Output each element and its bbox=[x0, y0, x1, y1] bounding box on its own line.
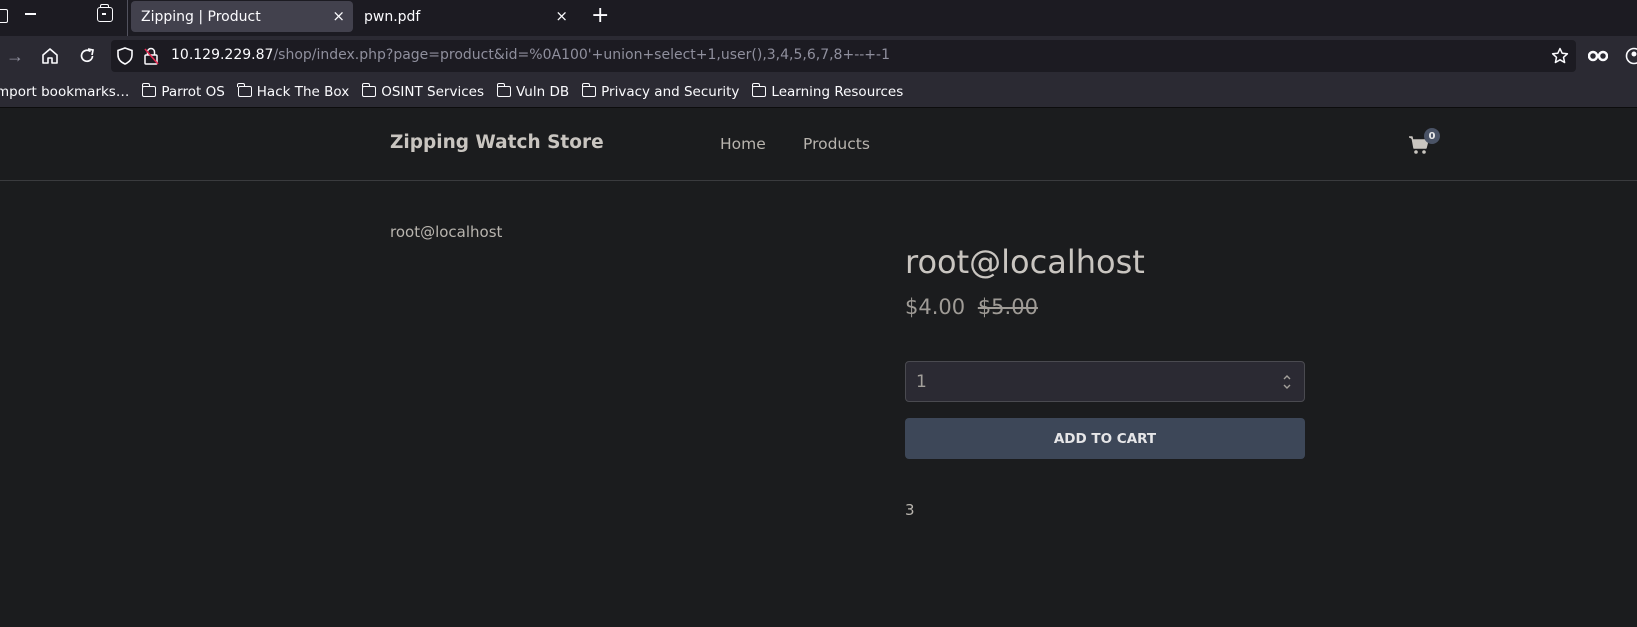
spinner-arrows-icon[interactable] bbox=[1282, 373, 1292, 391]
add-to-cart-button[interactable]: ADD TO CART bbox=[905, 418, 1305, 459]
site-header: Zipping Watch Store Home Products 0 bbox=[0, 108, 1637, 181]
tab-label: pwn.pdf bbox=[364, 8, 421, 25]
url-host: 10.129.229.87 bbox=[171, 47, 274, 63]
tab-zipping-product[interactable]: Zipping | Product × bbox=[131, 1, 353, 32]
folder-icon bbox=[581, 83, 597, 97]
bookmark-label: Parrot OS bbox=[161, 83, 225, 100]
insecure-lock-icon[interactable] bbox=[139, 44, 163, 68]
address-bar[interactable]: 10.129.229.87/shop/index.php?page=produc… bbox=[111, 40, 1576, 72]
product-title: root@localhost bbox=[905, 243, 1145, 281]
list-all-tabs-icon[interactable] bbox=[0, 9, 8, 23]
account-icon[interactable] bbox=[1622, 44, 1637, 68]
product-price: $4.00 bbox=[905, 295, 966, 319]
bookmark-label: OSINT Services bbox=[381, 83, 484, 100]
url-text[interactable]: 10.129.229.87/shop/index.php?page=produc… bbox=[171, 47, 890, 63]
bookmark-folder-vuln-db[interactable]: Vuln DB bbox=[496, 83, 570, 100]
bookmark-folder-osint-services[interactable]: OSINT Services bbox=[361, 83, 484, 100]
bookmark-label: mport bookmarks… bbox=[0, 83, 130, 100]
url-path: /shop/index.php?page=product&id=%0A100'+… bbox=[273, 47, 890, 63]
product-price-block: $4.00 $5.00 bbox=[905, 295, 1038, 319]
web-page: Zipping Watch Store Home Products 0 root… bbox=[0, 108, 1637, 627]
bookmarks-toolbar: mport bookmarks… Parrot OS Hack The Box … bbox=[0, 76, 1637, 108]
home-icon[interactable] bbox=[38, 44, 62, 68]
nav-home-link[interactable]: Home bbox=[720, 135, 766, 153]
site-brand-link[interactable]: Zipping Watch Store bbox=[390, 132, 604, 153]
folder-icon bbox=[361, 83, 377, 97]
tab-pwn-pdf[interactable]: pwn.pdf × bbox=[354, 1, 576, 32]
tab-label: Zipping | Product bbox=[141, 8, 261, 25]
bookmark-label: Privacy and Security bbox=[601, 83, 740, 100]
tab-separator bbox=[127, 0, 128, 36]
close-tab-icon[interactable]: × bbox=[555, 7, 568, 25]
product-description: 3 bbox=[905, 501, 915, 519]
forward-icon[interactable]: → bbox=[3, 44, 27, 68]
bookmark-folder-learning-resources[interactable]: Learning Resources bbox=[752, 83, 904, 100]
bookmark-label: Vuln DB bbox=[515, 83, 570, 100]
folder-icon bbox=[141, 83, 157, 97]
folder-icon bbox=[237, 83, 252, 97]
bookmark-import[interactable]: mport bookmarks… bbox=[0, 84, 129, 100]
firefox-view-icon[interactable] bbox=[97, 4, 113, 22]
product-old-price: $5.00 bbox=[977, 295, 1038, 319]
bookmark-folder-hack-the-box[interactable]: Hack The Box bbox=[237, 83, 350, 100]
bookmark-folder-privacy-and-security[interactable]: Privacy and Security bbox=[581, 83, 740, 100]
navigation-toolbar: → 10.129.229.87/shop/index.php?page=prod… bbox=[0, 36, 1637, 76]
bookmark-label: Hack The Box bbox=[256, 83, 350, 100]
cart-count-badge: 0 bbox=[1424, 128, 1440, 144]
close-tab-icon[interactable]: × bbox=[332, 7, 345, 25]
bookmark-folder-parrot-os[interactable]: Parrot OS bbox=[141, 83, 225, 100]
product-image-alt-text: root@localhost bbox=[390, 223, 503, 241]
quantity-input[interactable] bbox=[906, 362, 1266, 401]
reload-icon[interactable] bbox=[75, 44, 99, 68]
nav-products-link[interactable]: Products bbox=[803, 135, 870, 153]
bookmark-star-icon[interactable] bbox=[1548, 44, 1572, 68]
tab-bar: Zipping | Product × pwn.pdf × + bbox=[0, 0, 1637, 36]
folder-icon bbox=[496, 83, 511, 97]
folder-icon bbox=[752, 83, 767, 97]
private-browsing-mask-icon[interactable] bbox=[1586, 44, 1610, 68]
new-tab-icon[interactable]: + bbox=[591, 3, 609, 28]
minimize-icon[interactable] bbox=[25, 13, 36, 15]
bookmark-label: Learning Resources bbox=[771, 83, 904, 100]
tracking-protection-shield-icon[interactable] bbox=[113, 44, 137, 68]
quantity-stepper[interactable] bbox=[905, 361, 1305, 402]
